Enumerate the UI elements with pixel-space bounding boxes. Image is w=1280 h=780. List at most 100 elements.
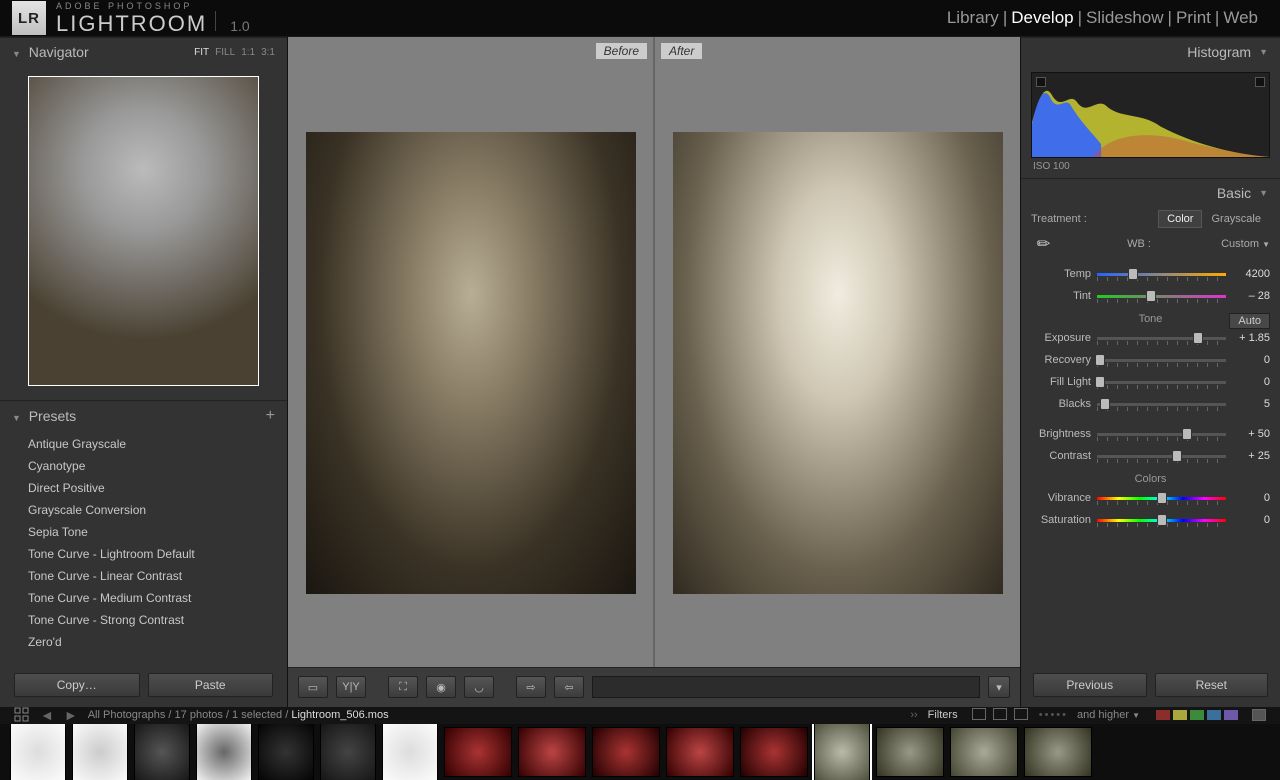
nav-fwd-icon[interactable]: ► [64, 707, 78, 723]
preset-item[interactable]: Cyanotype [0, 455, 287, 477]
brand-name: LIGHTROOM [56, 13, 207, 35]
exposure-slider[interactable] [1097, 331, 1226, 345]
presets-header[interactable]: ▼ Presets + [0, 401, 287, 431]
filmstrip-thumb[interactable] [950, 727, 1018, 777]
zoom-1:1[interactable]: 1:1 [241, 47, 255, 58]
filmstrip-thumb[interactable] [876, 727, 944, 777]
zoom-fit[interactable]: FIT [194, 47, 209, 58]
module-library[interactable]: Library [945, 8, 1001, 28]
filmstrip-thumb[interactable] [666, 727, 734, 777]
module-develop[interactable]: Develop [1009, 8, 1075, 28]
basic-header[interactable]: Basic▼ [1021, 179, 1280, 207]
zoom-fill[interactable]: FILL [215, 47, 235, 58]
toolbar-menu-button[interactable]: ▾ [988, 676, 1010, 698]
navigator-preview[interactable] [28, 76, 259, 385]
tone-group-label: Tone [1139, 313, 1163, 325]
spot-tool-button[interactable]: ◉ [426, 676, 456, 698]
module-print[interactable]: Print [1174, 8, 1213, 28]
loupe-view-button[interactable]: ▭ [298, 676, 328, 698]
temp-label: Temp [1031, 268, 1091, 280]
previous-button[interactable]: Previous [1033, 673, 1147, 697]
vibrance-value: 0 [1232, 492, 1270, 504]
filmstrip-thumb[interactable] [382, 724, 438, 780]
before-photo[interactable] [306, 132, 636, 594]
reset-button[interactable]: Reset [1155, 673, 1269, 697]
preset-item[interactable]: Grayscale Conversion [0, 499, 287, 521]
recovery-label: Recovery [1031, 354, 1091, 366]
contrast-slider[interactable] [1097, 449, 1226, 463]
vibrance-slider[interactable] [1097, 491, 1226, 505]
auto-tone-button[interactable]: Auto [1229, 313, 1270, 329]
filmstrip-thumb[interactable] [134, 724, 190, 780]
flag-pick-icon[interactable] [972, 708, 986, 720]
preset-item[interactable]: Sepia Tone [0, 521, 287, 543]
saturation-label: Saturation [1031, 514, 1091, 526]
breadcrumb[interactable]: All Photographs / 17 photos / 1 selected… [88, 709, 389, 721]
preset-item[interactable]: Tone Curve - Medium Contrast [0, 587, 287, 609]
treatment-grayscale[interactable]: Grayscale [1202, 210, 1270, 228]
zoom-3:1[interactable]: 3:1 [261, 47, 275, 58]
filmstrip-thumb[interactable] [320, 724, 376, 780]
tint-row: Tint– 28 [1031, 285, 1270, 307]
color-swatch[interactable] [1173, 710, 1187, 720]
module-web[interactable]: Web [1221, 8, 1260, 28]
rating-mode-dropdown[interactable]: and higher ▼ [1077, 709, 1140, 721]
filmstrip-thumb[interactable] [72, 724, 128, 780]
rating-filter[interactable]: ••••• [1038, 709, 1067, 721]
copy-after-button[interactable]: ⇦ [554, 676, 584, 698]
grid-view-icon[interactable] [14, 707, 30, 723]
filmstrip-thumb[interactable] [592, 727, 660, 777]
filmstrip-thumb[interactable] [518, 727, 586, 777]
flag-unflagged-icon[interactable] [993, 708, 1007, 720]
saturation-row: Saturation0 [1031, 509, 1270, 531]
fill-slider[interactable] [1097, 375, 1226, 389]
temp-slider[interactable] [1097, 267, 1226, 281]
filmstrip-thumb[interactable] [814, 724, 870, 780]
brightness-slider[interactable] [1097, 427, 1226, 441]
paste-button[interactable]: Paste [148, 673, 274, 697]
wb-dropdown[interactable]: Custom ▼ [1221, 238, 1270, 250]
nav-back-icon[interactable]: ◄ [40, 707, 54, 723]
blacks-slider[interactable] [1097, 397, 1226, 411]
color-swatch[interactable] [1190, 710, 1204, 720]
filmstrip[interactable] [0, 724, 1280, 780]
center-canvas: Before After ▭ Y|Y ⛶ ◉ ◡ ⇨ ⇦ ▾ [288, 37, 1020, 706]
filmstrip-info-bar: ◄ ► All Photographs / 17 photos / 1 sele… [0, 707, 1280, 725]
navigator-header[interactable]: ▼ Navigator FITFILL1:13:1 [0, 38, 287, 66]
recovery-slider[interactable] [1097, 353, 1226, 367]
treatment-color[interactable]: Color [1158, 210, 1202, 228]
preset-item[interactable]: Tone Curve - Linear Contrast [0, 565, 287, 587]
color-swatch[interactable] [1207, 710, 1221, 720]
filmstrip-thumb[interactable] [196, 724, 252, 780]
after-photo[interactable] [673, 132, 1003, 594]
filmstrip-thumb[interactable] [258, 724, 314, 780]
navigator-zoom: FIT FILL 1:1 3:1 [188, 47, 275, 58]
tint-value: – 28 [1232, 290, 1270, 302]
preset-item[interactable]: Direct Positive [0, 477, 287, 499]
module-slideshow[interactable]: Slideshow [1084, 8, 1166, 28]
redeye-tool-button[interactable]: ◡ [464, 676, 494, 698]
filmstrip-thumb[interactable] [1024, 727, 1092, 777]
preset-item[interactable]: Antique Grayscale [0, 433, 287, 455]
flag-reject-icon[interactable] [1014, 708, 1028, 720]
filmstrip-thumb[interactable] [740, 727, 808, 777]
eyedropper-icon[interactable]: ✎ [1026, 226, 1063, 263]
tint-slider[interactable] [1097, 289, 1226, 303]
copy-button[interactable]: Copy… [14, 673, 140, 697]
add-preset-icon[interactable]: + [266, 407, 275, 425]
copy-before-button[interactable]: ⇨ [516, 676, 546, 698]
filter-lock-icon[interactable] [1252, 709, 1266, 721]
preset-item[interactable]: Tone Curve - Strong Contrast [0, 609, 287, 631]
histogram-display[interactable] [1031, 72, 1270, 158]
compare-view-button[interactable]: Y|Y [336, 676, 366, 698]
preset-item[interactable]: Zero'd [0, 631, 287, 653]
crop-tool-button[interactable]: ⛶ [388, 676, 418, 698]
color-swatch[interactable] [1156, 710, 1170, 720]
preset-item[interactable]: Tone Curve - Lightroom Default [0, 543, 287, 565]
fill-label: Fill Light [1031, 376, 1091, 388]
filmstrip-thumb[interactable] [444, 727, 512, 777]
color-swatch[interactable] [1224, 710, 1238, 720]
saturation-slider[interactable] [1097, 513, 1226, 527]
filmstrip-thumb[interactable] [10, 724, 66, 780]
histogram-header[interactable]: Histogram▼ [1021, 38, 1280, 66]
